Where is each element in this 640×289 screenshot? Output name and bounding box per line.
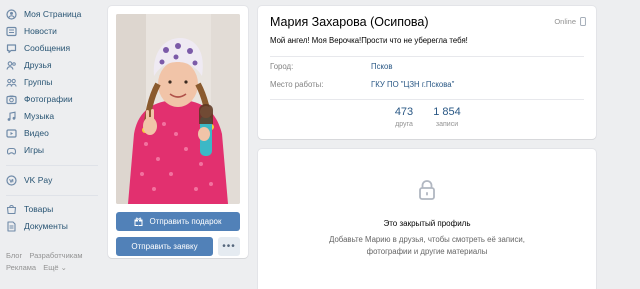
nav-item-my-page[interactable]: Моя Страница [6, 6, 101, 22]
more-actions-button[interactable]: ••• [218, 237, 240, 256]
city-value[interactable]: Псков [371, 62, 392, 71]
city-label: Город: [270, 62, 294, 71]
nav-item-groups[interactable]: Группы [6, 74, 101, 90]
nav-item-label: Фотографии [24, 94, 73, 104]
music-icon [6, 111, 17, 122]
divider [270, 99, 584, 100]
nav-item-label: Друзья [24, 60, 52, 70]
posts-count-label: записи [435, 121, 459, 128]
friends-icon [6, 60, 17, 71]
send-gift-label: Отправить подарок [149, 217, 222, 226]
nav-item-label: Сообщения [24, 43, 71, 53]
nav-item-label: VK Pay [24, 175, 53, 185]
news-icon [6, 26, 17, 37]
gift-icon [134, 217, 143, 226]
send-gift-button[interactable]: Отправить подарок [116, 212, 240, 231]
online-status: Online [554, 17, 586, 26]
home-icon [6, 8, 17, 20]
profile-photo-card: Отправить подарок Отправить заявку ••• [108, 6, 248, 258]
nav-divider [6, 165, 98, 166]
nav-item-games[interactable]: Игры [6, 142, 101, 158]
goods-icon [6, 204, 17, 215]
nav-item-documents[interactable]: Документы [6, 218, 101, 234]
workplace-label: Место работы: [270, 80, 324, 89]
closed-profile-title: Это закрытый профиль [383, 219, 471, 228]
profile-status: Мой ангел! Моя Верочка!Прости что не убе… [270, 36, 468, 45]
closed-profile-card: Это закрытый профиль Добавьте Марию в др… [258, 149, 596, 289]
closed-profile-desc-line: Добавьте Марию в друзья, чтобы смотреть … [329, 235, 525, 244]
messages-icon [6, 43, 17, 54]
profile-photo[interactable] [116, 14, 240, 204]
games-icon [6, 145, 17, 156]
footer-link-more[interactable]: Ещё ⌄ [43, 263, 67, 272]
nav-item-label: Товары [24, 204, 54, 214]
send-friend-request-button[interactable]: Отправить заявку [116, 237, 213, 256]
footer-link-blog[interactable]: Блог [6, 251, 22, 260]
posts-count: 1 854 [433, 106, 461, 118]
posts-counter[interactable]: 1 854 записи [422, 106, 472, 128]
nav-item-friends[interactable]: Друзья [6, 57, 101, 73]
nav-item-vkpay[interactable]: VK Pay [6, 172, 101, 188]
nav-item-label: Музыка [24, 111, 55, 121]
footer-link-developers[interactable]: Разработчикам [29, 251, 82, 260]
nav-item-video[interactable]: Видео [6, 125, 101, 141]
nav-item-label: Новости [24, 26, 57, 36]
footer-link-ads[interactable]: Реклама [6, 263, 36, 272]
nav-footer: Блог Разработчикам Реклама Ещё ⌄ [6, 250, 101, 274]
more-dots-icon: ••• [222, 241, 236, 252]
send-request-label: Отправить заявку [131, 242, 198, 251]
nav-item-music[interactable]: Музыка [6, 108, 101, 124]
groups-icon [6, 77, 17, 88]
nav-item-photos[interactable]: Фотографии [6, 91, 101, 107]
online-label: Online [554, 17, 576, 26]
mobile-icon [580, 17, 586, 26]
nav-item-goods[interactable]: Товары [6, 201, 101, 217]
nav-item-label: Группы [24, 77, 53, 87]
video-icon [6, 128, 17, 139]
lock-icon [419, 180, 435, 200]
workplace-value[interactable]: ГКУ ПО "ЦЗН г.Пскова" [371, 80, 454, 89]
profile-info-card: Мария Захарова (Осипова) Online Мой анге… [258, 6, 596, 139]
documents-icon [6, 220, 17, 232]
divider [270, 56, 584, 57]
nav-item-news[interactable]: Новости [6, 23, 101, 39]
profile-name: Мария Захарова (Осипова) [270, 15, 429, 29]
photos-icon [6, 94, 17, 105]
nav-divider [6, 195, 98, 196]
nav-item-label: Видео [24, 128, 49, 138]
nav-item-label: Моя Страница [24, 9, 82, 19]
nav-item-messages[interactable]: Сообщения [6, 40, 101, 56]
vkpay-icon [6, 174, 17, 186]
nav-item-label: Игры [24, 145, 45, 155]
nav-item-label: Документы [24, 221, 68, 231]
closed-profile-desc-line: фотографии и другие материалы [366, 247, 488, 256]
closed-profile-description: Добавьте Марию в друзья, чтобы смотреть … [258, 234, 596, 258]
